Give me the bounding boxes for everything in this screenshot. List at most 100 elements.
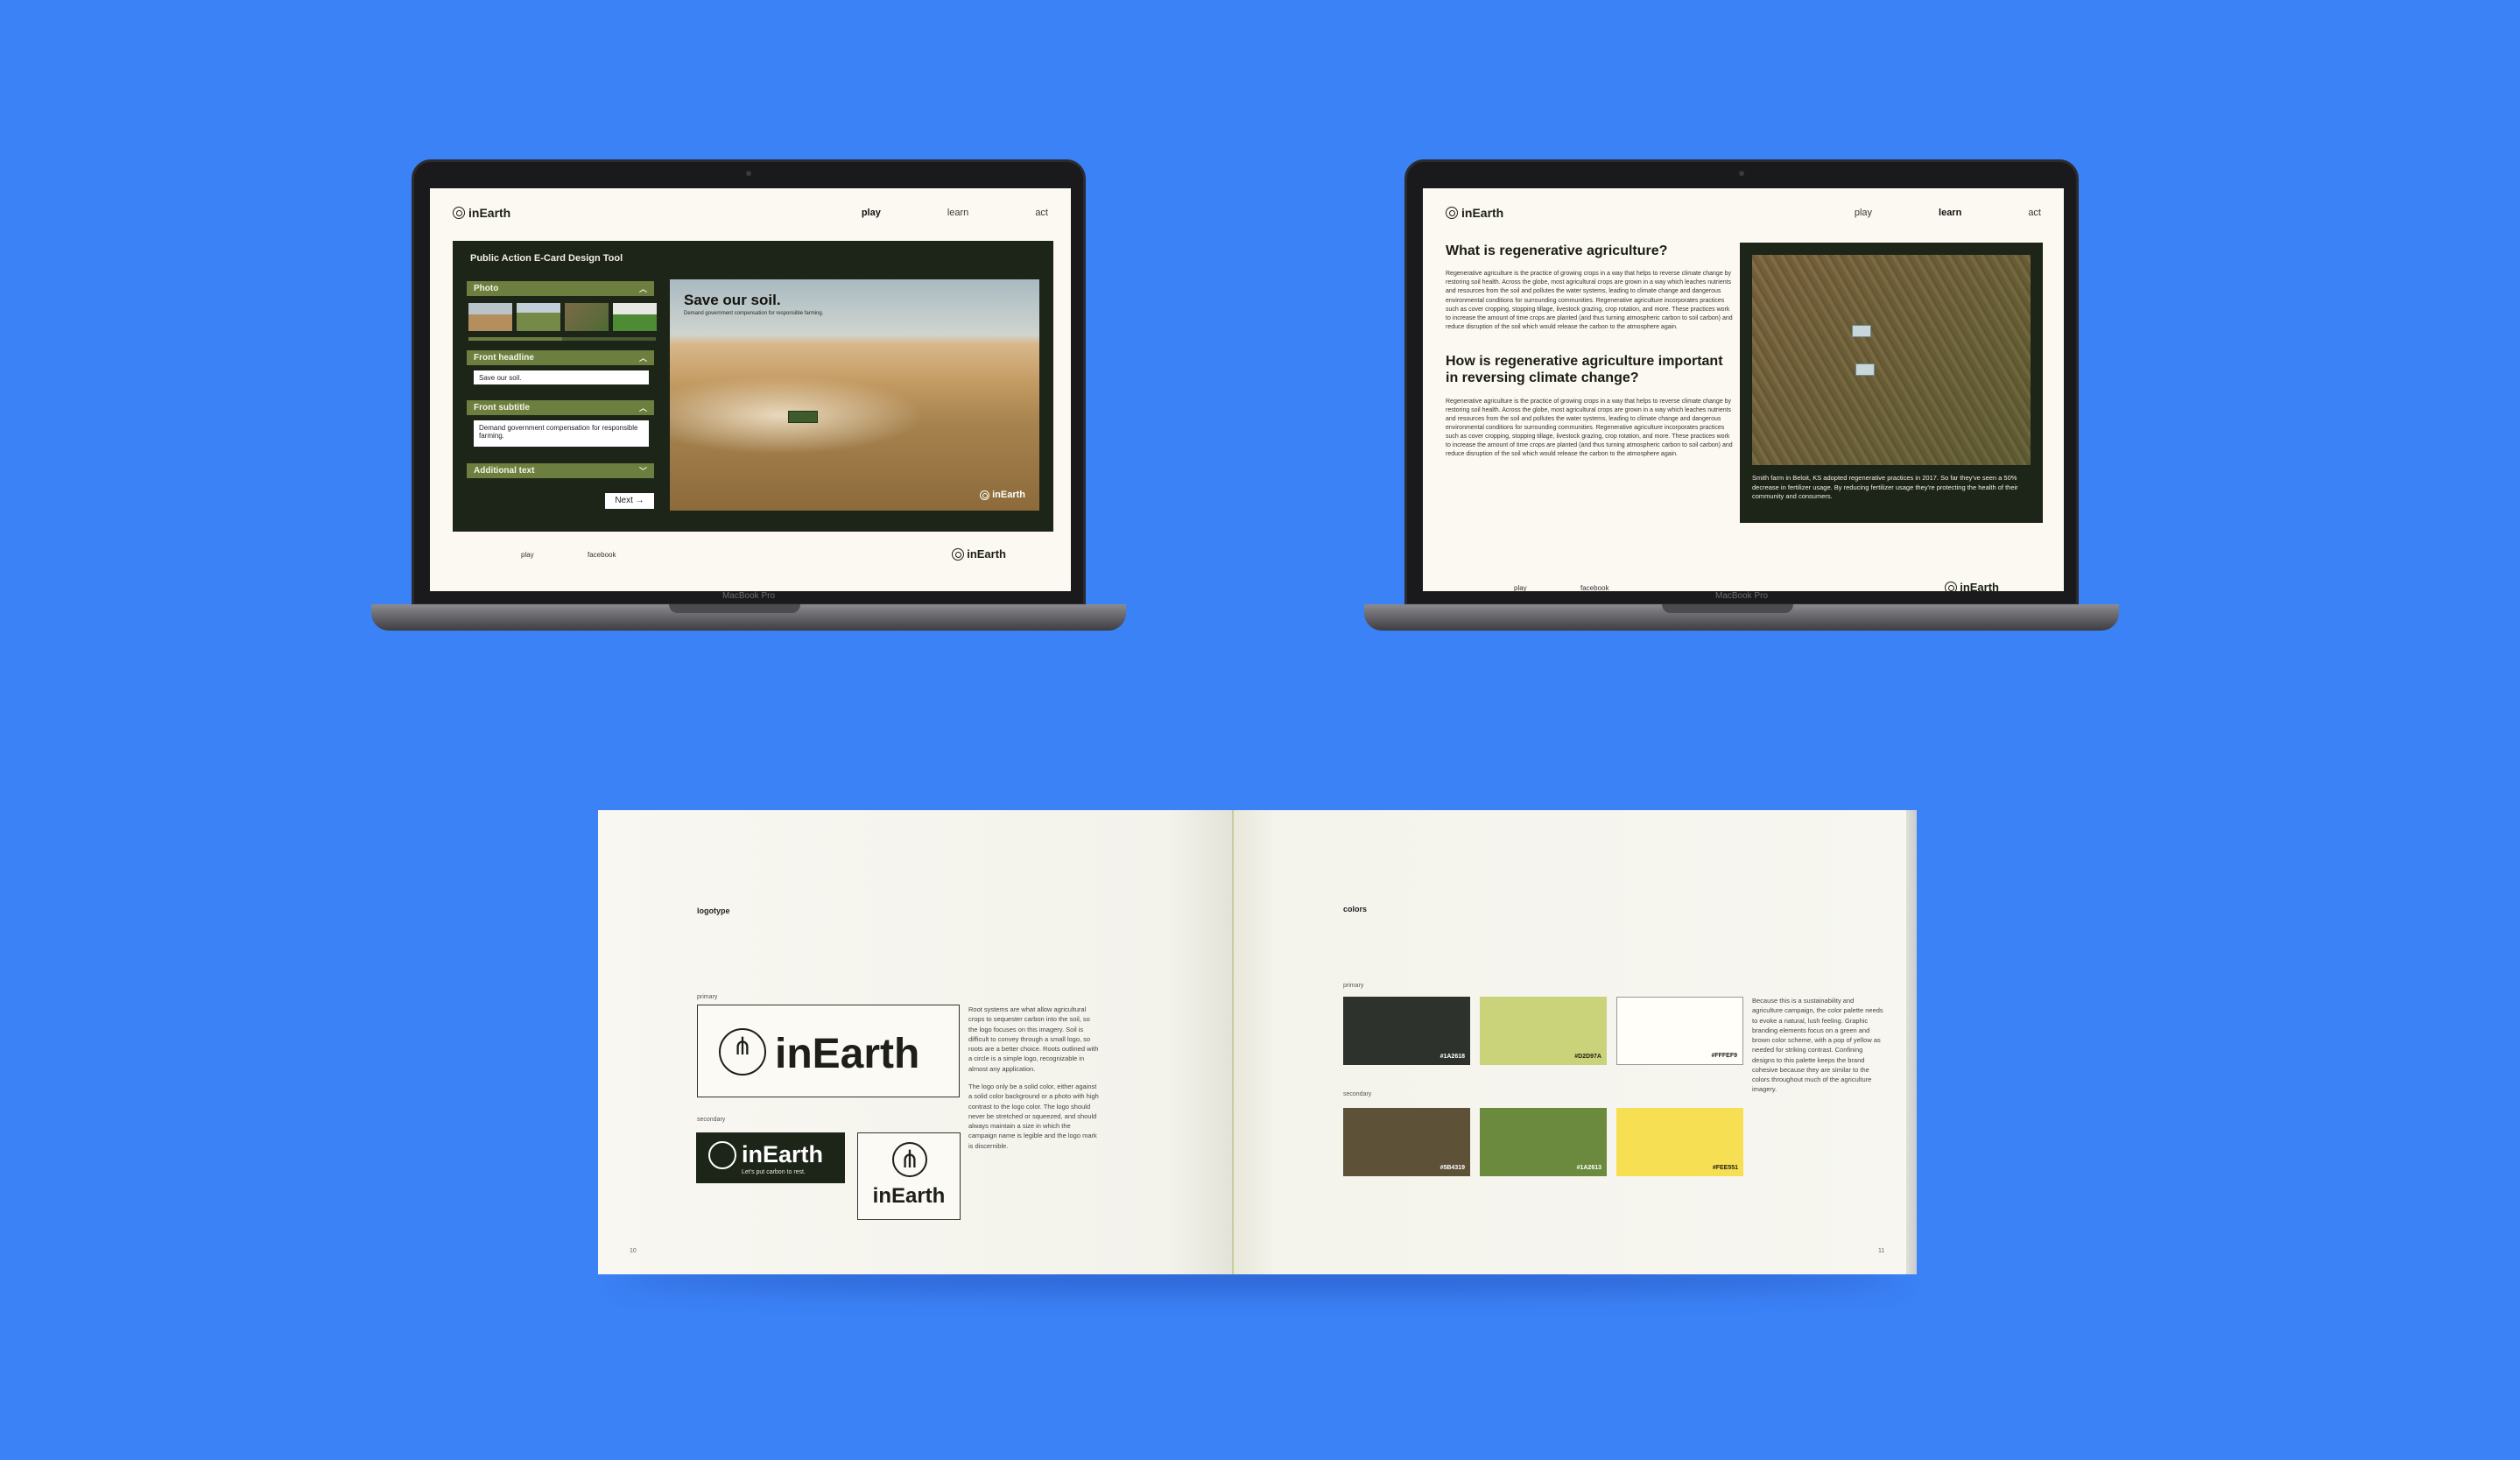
laptop-lid: inEarth play learn act Public Action E-C… [412,159,1086,606]
site-logo[interactable]: inEarth [1446,206,1503,220]
subtitle-input[interactable]: Demand government compensation for respo… [474,420,649,447]
camera-icon [746,171,751,176]
photo-scrollbar[interactable] [468,337,656,341]
roots-logo-icon [980,490,990,500]
additional-text-accordion[interactable]: Additional text ﹀ [467,463,654,478]
photo-thumb-field[interactable] [468,303,512,331]
farm-photo-card: Smith farm in Beloit, KS adopted regener… [1740,243,2043,523]
ecard-design-tool: Public Action E-Card Design Tool Photo ︿… [453,241,1053,532]
swatch-hex: #FFFEF9 [1711,1053,1737,1059]
page-number: 11 [1878,1248,1885,1254]
accordion-label: Additional text [474,466,535,476]
swatch-hex: #FEE551 [1712,1165,1738,1171]
primary-label: primary [697,994,718,1000]
swatch-hex: #5B4319 [1439,1165,1465,1171]
headline-accordion[interactable]: Front headline ︿ [467,350,654,365]
footer-logo: inEarth [952,547,1006,561]
laptop-notch [669,604,800,613]
swatch-hex: #1A2618 [1439,1054,1465,1060]
article-paragraph-2: Regenerative agriculture is the practice… [1446,398,1733,458]
swatch-hex: #1A2613 [1576,1165,1601,1171]
roots-logo-icon [892,1142,927,1177]
book-page-colors: colors primary #1A2618 #D2D97A #FFFEF9 s… [1234,810,1917,1274]
aerial-farm-photo [1752,255,2031,465]
laptop-screen: inEarth play learn act What is regenerat… [1423,188,2064,591]
photo-thumb-green[interactable] [613,303,657,331]
swatch-secondary-brown: #5B4319 [1343,1108,1470,1176]
roots-logo-icon [952,547,965,561]
primary-wordmark: inEarth [775,1031,920,1077]
device-label: MacBook Pro [722,591,776,601]
brand-guide-book: logotype primary inEarth secondary inEar… [598,810,1917,1292]
colors-description: Because this is a sustainability and agr… [1752,997,1883,1094]
camera-icon [1739,171,1744,176]
roots-logo-icon [719,1028,766,1076]
headline-input[interactable]: Save our soil. [474,370,649,384]
footer-link-play[interactable]: play [521,551,534,559]
footer-link-facebook[interactable]: facebook [1580,584,1608,591]
section-title: logotype [697,906,730,915]
nav-act[interactable]: act [1035,208,1048,218]
swatch-primary-lime: #D2D97A [1480,997,1607,1065]
preview-watermark: inEarth [980,490,1025,500]
roots-logo-icon [1446,207,1458,219]
nav-play[interactable]: play [862,208,881,218]
site-footer: play facebook inEarth [1423,579,2064,591]
preview-subtitle: Demand government compensation for respo… [684,311,824,316]
footer-logo: inEarth [1945,581,1999,591]
roots-logo-icon [453,207,465,219]
harvester-machine [1855,363,1875,376]
photo-caption: Smith farm in Beloit, KS adopted regener… [1752,474,2018,500]
primary-logo: inEarth [697,1005,960,1097]
secondary-label: secondary [1343,1091,1372,1097]
accordion-label: Front subtitle [474,403,530,413]
photo-accordion[interactable]: Photo ︿ [467,281,654,296]
ecard-preview: Save our soil. Demand government compens… [670,279,1039,511]
photo-thumb-crops[interactable] [517,303,560,331]
footer-link-facebook[interactable]: facebook [588,551,616,559]
next-button[interactable]: Next → [605,493,654,509]
nav-play[interactable]: play [1855,208,1872,218]
chevron-up-icon: ︿ [638,404,647,413]
site-nav: inEarth play learn act [1423,188,2064,237]
subtitle-accordion[interactable]: Front subtitle ︿ [467,400,654,415]
article: What is regenerative agriculture? Regene… [1446,243,1735,481]
watermark-text: inEarth [992,490,1025,500]
swatch-secondary-yellow: #FEE551 [1616,1108,1743,1176]
roots-logo-icon [708,1141,736,1169]
chevron-up-icon: ︿ [638,285,647,293]
combine-harvester [788,411,818,423]
swatch-secondary-green: #1A2613 [1480,1108,1607,1176]
dark-wordmark: inEarth [742,1141,824,1167]
photo-thumbnails [468,303,657,331]
logo-tagline: Let's put carbon to rest. [742,1169,806,1175]
site-nav: inEarth play learn act [430,188,1071,237]
primary-label: primary [1343,983,1364,989]
section-title: colors [1343,905,1368,913]
preview-headline: Save our soil. [684,292,781,308]
laptop-screen: inEarth play learn act Public Action E-C… [430,188,1071,591]
footer-logo-text: inEarth [967,547,1006,561]
laptop-notch [1662,604,1793,613]
tool-title: Public Action E-Card Design Tool [470,253,623,264]
secondary-logo-stacked: inEarth [857,1132,961,1220]
swatch-primary-cream: #FFFEF9 [1616,997,1743,1065]
footer-link-play[interactable]: play [1514,584,1527,591]
site-logo-text: inEarth [468,206,511,220]
nav-learn[interactable]: learn [947,208,968,218]
harvester-machine [1852,325,1871,337]
nav-learn[interactable]: learn [1939,208,1961,218]
page-number: 10 [630,1248,637,1254]
swatch-primary-dark: #1A2618 [1343,997,1470,1065]
chevron-up-icon: ︿ [638,354,647,363]
footer-logo-text: inEarth [1960,581,1999,591]
logo-description-2: The logo only be a solid color, either a… [968,1083,1099,1150]
secondary-logo-dark: inEarth Let's put carbon to rest. [696,1132,845,1183]
photo-scrollbar-fill [468,337,562,341]
article-heading-1: What is regenerative agriculture? [1446,243,1668,258]
nav-act[interactable]: act [2028,208,2041,218]
site-logo[interactable]: inEarth [453,206,510,220]
device-label: MacBook Pro [1714,591,1769,601]
laptop-lid: inEarth play learn act What is regenerat… [1404,159,2079,606]
photo-thumb-soil[interactable] [565,303,609,331]
